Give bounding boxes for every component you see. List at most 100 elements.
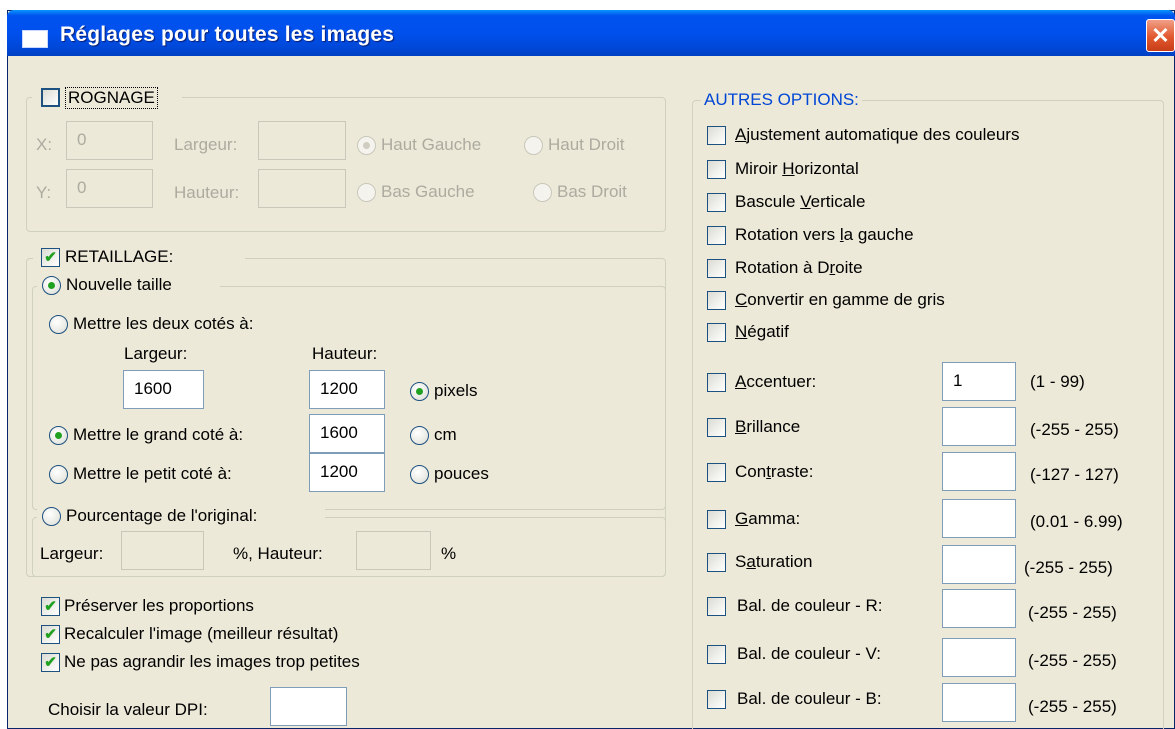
retaillage-checkbox[interactable]: ✔ [41, 248, 60, 267]
pouces-radio[interactable] [410, 465, 429, 484]
bal-v-input[interactable] [942, 638, 1016, 677]
saturation-range: (-255 - 255) [1024, 558, 1113, 577]
bal-v-checkbox[interactable] [707, 645, 726, 664]
petit-cote-radio[interactable] [49, 465, 68, 484]
cm-radio[interactable] [410, 426, 429, 445]
bascule-checkbox[interactable] [707, 193, 726, 212]
rotation-droite-label: Rotation à Droite [735, 258, 863, 277]
miroir-checkbox[interactable] [707, 160, 726, 179]
haut-gauche-radio[interactable] [357, 136, 376, 155]
contraste-label: Contraste: [735, 462, 814, 481]
pct-largeur-label: Largeur: [40, 544, 104, 563]
crop-largeur-label: Largeur: [174, 135, 238, 154]
contraste-range: (-127 - 127) [1030, 465, 1119, 484]
bas-gauche-label: Bas Gauche [381, 182, 475, 201]
pixels-radio[interactable] [410, 382, 429, 401]
resize-largeur-label: Largeur: [124, 344, 188, 363]
nouvelle-taille-radio[interactable] [42, 276, 61, 295]
cm-label: cm [434, 425, 457, 444]
rognage-label: ROGNAGE [65, 87, 158, 109]
bal-b-range: (-255 - 255) [1028, 697, 1117, 716]
rotation-droite-checkbox[interactable] [707, 259, 726, 278]
petit-cote-input[interactable]: 1200 [309, 453, 385, 492]
contraste-checkbox[interactable] [707, 463, 726, 482]
accentuer-checkbox[interactable] [707, 373, 726, 392]
autres-options-title: AUTRES OPTIONS: [701, 90, 862, 110]
window-title: Réglages pour toutes les images [60, 23, 395, 46]
petit-cote-label: Mettre le petit coté à: [73, 464, 232, 483]
pixels-label: pixels [434, 381, 478, 400]
x-input[interactable]: 0 [66, 121, 153, 160]
bal-b-checkbox[interactable] [707, 690, 726, 709]
rotation-gauche-checkbox[interactable] [707, 226, 726, 245]
preserver-checkbox[interactable]: ✔ [41, 597, 60, 616]
pct-hauteur-label: %, Hauteur: [233, 544, 323, 563]
retaillage-label: RETAILLAGE: [65, 247, 174, 266]
pct-largeur-input[interactable] [121, 531, 204, 570]
gris-label: Convertir en gamme de gris [735, 290, 945, 309]
ajustement-checkbox[interactable] [707, 126, 726, 145]
bal-r-input[interactable] [942, 589, 1016, 628]
bas-droit-radio[interactable] [533, 183, 552, 202]
grand-cote-label: Mettre le grand coté à: [73, 425, 244, 444]
gamma-range: (0.01 - 6.99) [1030, 512, 1123, 531]
pct-hauteur-input[interactable] [356, 531, 431, 570]
pouces-label: pouces [434, 464, 489, 483]
grand-cote-radio[interactable] [49, 426, 68, 445]
preserver-label: Préserver les proportions [64, 596, 254, 615]
dpi-input[interactable] [270, 687, 347, 726]
accentuer-label: Accentuer: [735, 372, 817, 391]
gamma-input[interactable] [942, 499, 1016, 538]
ajustement-label: Ajustement automatique des couleurs [735, 125, 1020, 144]
gris-checkbox[interactable] [707, 291, 726, 310]
bal-r-range: (-255 - 255) [1028, 603, 1117, 622]
crop-hauteur-input[interactable] [258, 169, 346, 208]
negatif-label: Négatif [735, 322, 789, 341]
accentuer-input[interactable]: 1 [942, 362, 1016, 401]
haut-droit-label: Haut Droit [548, 135, 625, 154]
contraste-input[interactable] [942, 452, 1016, 491]
x-label: X: [36, 135, 53, 154]
recalculer-checkbox[interactable]: ✔ [41, 625, 60, 644]
bal-r-label: Bal. de couleur - R: [737, 596, 883, 615]
dpi-label: Choisir la valeur DPI: [48, 700, 208, 719]
brillance-input[interactable] [942, 407, 1016, 446]
bas-droit-label: Bas Droit [557, 182, 627, 201]
bas-gauche-radio[interactable] [357, 183, 376, 202]
brillance-range: (-255 - 255) [1030, 420, 1119, 439]
saturation-checkbox[interactable] [707, 553, 726, 572]
saturation-input[interactable] [942, 545, 1016, 584]
pct-suffix: % [441, 544, 457, 563]
ne-pas-agrandir-checkbox[interactable]: ✔ [41, 653, 60, 672]
crop-hauteur-label: Hauteur: [174, 183, 240, 202]
close-button[interactable]: ✕ [1146, 19, 1175, 52]
pourcentage-label: Pourcentage de l'original: [66, 506, 258, 525]
haut-droit-radio[interactable] [524, 136, 543, 155]
saturation-label: Saturation [735, 552, 813, 571]
crop-largeur-input[interactable] [258, 121, 346, 160]
bal-v-range: (-255 - 255) [1028, 651, 1117, 670]
recalculer-label: Recalculer l'image (meilleur résultat) [64, 624, 339, 643]
window-icon [22, 30, 48, 48]
bascule-label: Bascule Verticale [735, 192, 866, 211]
negatif-checkbox[interactable] [707, 323, 726, 342]
bal-v-label: Bal. de couleur - V: [737, 644, 881, 663]
resize-largeur-input[interactable]: 1600 [123, 370, 204, 409]
rotation-gauche-label: Rotation vers la gauche [735, 225, 914, 244]
bal-b-input[interactable] [942, 683, 1016, 722]
y-input[interactable]: 0 [66, 169, 153, 208]
nouvelle-taille-label: Nouvelle taille [66, 275, 172, 294]
rognage-checkbox[interactable] [41, 88, 60, 107]
haut-gauche-label: Haut Gauche [381, 135, 482, 154]
gamma-checkbox[interactable] [707, 510, 726, 529]
pourcentage-radio[interactable] [42, 507, 61, 526]
gamma-label: Gamma: [735, 509, 801, 528]
deux-cotes-label: Mettre les deux cotés à: [73, 314, 254, 333]
resize-hauteur-input[interactable]: 1200 [309, 370, 385, 409]
grand-cote-input[interactable]: 1600 [309, 414, 385, 453]
bal-r-checkbox[interactable] [707, 597, 726, 616]
deux-cotes-radio[interactable] [49, 315, 68, 334]
brillance-checkbox[interactable] [707, 418, 726, 437]
y-label: Y: [36, 183, 52, 202]
rognage-group [26, 97, 666, 232]
